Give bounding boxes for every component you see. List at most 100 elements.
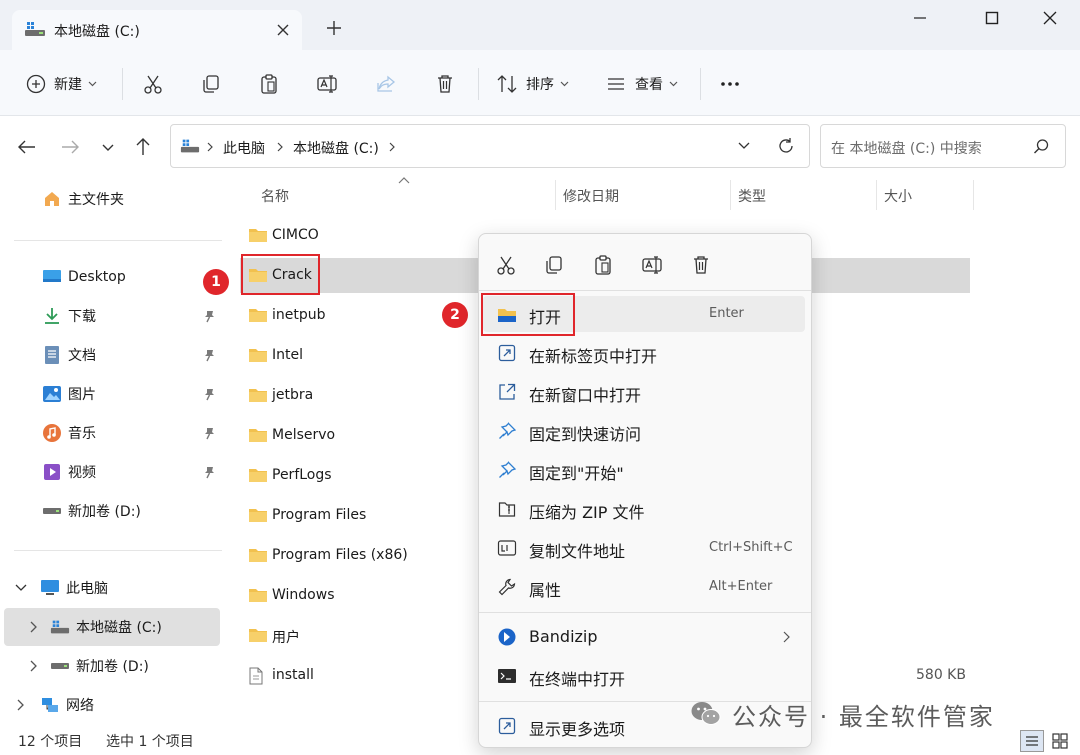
sort-label: 排序 [526, 77, 554, 93]
rename-icon [316, 73, 338, 95]
ctx-rename-button[interactable] [638, 251, 666, 279]
drive-icon [180, 137, 200, 155]
maximize-button[interactable] [969, 0, 1015, 36]
chevron-down-icon [669, 81, 678, 87]
ctx-cut-button[interactable] [492, 251, 520, 279]
drive-icon [50, 617, 70, 637]
chevron-right-icon[interactable] [14, 695, 28, 715]
sidebar-item-label: 音乐 [68, 426, 96, 442]
new-tab-icon[interactable] [322, 16, 346, 40]
close-window-button[interactable] [1027, 0, 1073, 36]
folder-icon [248, 307, 268, 323]
column-divider[interactable] [876, 180, 877, 210]
sidebar-item-label: 网络 [66, 698, 94, 714]
menu-item-label: 在终端中打开 [529, 670, 626, 689]
back-arrow-icon[interactable] [16, 136, 38, 158]
paste-button[interactable] [258, 70, 280, 98]
details-view-button[interactable] [1020, 730, 1044, 752]
sort-button[interactable]: 排序 [496, 70, 569, 98]
sidebar-item-local-c[interactable]: 本地磁盘 (C:) [28, 610, 162, 644]
tab-local-disk-c[interactable]: 本地磁盘 (C:) [12, 10, 302, 50]
bandizip-icon [497, 627, 517, 647]
breadcrumb-this-pc[interactable]: 此电脑 [223, 138, 265, 158]
menu-item-open-new-window[interactable]: 在新窗口中打开 [483, 374, 805, 410]
sidebar-item-music[interactable]: 音乐 [42, 416, 222, 450]
tiles-view-button[interactable] [1050, 731, 1070, 751]
delete-button[interactable] [434, 70, 456, 98]
file-name: Program Files (x86) [272, 547, 408, 563]
clipboard-icon [258, 73, 280, 95]
refresh-icon[interactable] [777, 137, 795, 155]
column-divider[interactable] [973, 180, 974, 210]
recent-chevron-icon[interactable] [97, 136, 119, 158]
column-header-size[interactable]: 大小 [884, 186, 912, 206]
column-divider[interactable] [730, 180, 731, 210]
selection-count: 选中 1 个项目 [106, 734, 194, 750]
sidebar-item-home[interactable]: 主文件夹 [42, 182, 124, 216]
menu-item-bandizip[interactable]: Bandizip [483, 619, 805, 655]
trash-icon [690, 254, 712, 276]
sidebar-item-desktop[interactable]: Desktop [42, 260, 126, 294]
breadcrumb-local-disk[interactable]: 本地磁盘 (C:) [293, 138, 379, 158]
highlight-box-open [481, 293, 575, 336]
ctx-delete-button[interactable] [687, 251, 715, 279]
more-options-button[interactable] [719, 70, 741, 98]
ctx-paste-button[interactable] [589, 251, 617, 279]
pin-icon[interactable] [202, 309, 216, 323]
close-tab-icon[interactable] [274, 21, 292, 39]
new-button[interactable]: 新建 [26, 70, 97, 98]
pin-icon[interactable] [202, 465, 216, 479]
pin-icon[interactable] [202, 387, 216, 401]
up-arrow-icon[interactable] [132, 136, 154, 158]
column-divider[interactable] [555, 180, 556, 210]
file-name: jetbra [272, 387, 314, 403]
zip-icon [497, 499, 517, 519]
menu-item-pin-quick-access[interactable]: 固定到快速访问 [483, 413, 805, 449]
menu-item-copy-path[interactable]: 复制文件地址 Ctrl+Shift+C [483, 530, 805, 566]
address-bar[interactable]: 此电脑 本地磁盘 (C:) [170, 124, 810, 168]
menu-item-pin-start[interactable]: 固定到"开始" [483, 452, 805, 488]
column-header-type[interactable]: 类型 [738, 186, 766, 206]
folder-icon [248, 427, 268, 443]
computer-icon [40, 578, 60, 598]
folder-icon [248, 587, 268, 603]
share-button[interactable] [375, 70, 397, 98]
menu-item-label: Bandizip [529, 627, 598, 646]
minimize-button[interactable] [897, 0, 943, 36]
menu-item-open-new-tab[interactable]: 在新标签页中打开 [483, 335, 805, 371]
copy-button[interactable] [200, 70, 222, 98]
address-dropdown-icon[interactable] [737, 141, 751, 151]
sidebar-item-pictures[interactable]: 图片 [42, 377, 222, 411]
view-button[interactable]: 查看 [605, 70, 678, 98]
search-input[interactable]: 在 本地磁盘 (C:) 中搜索 [820, 124, 1066, 168]
chevron-down-icon[interactable] [14, 578, 28, 598]
menu-item-properties[interactable]: 属性 Alt+Enter [483, 569, 805, 605]
file-size: 580 KB [916, 667, 966, 683]
sidebar-item-videos[interactable]: 视频 [42, 455, 222, 489]
sidebar-item-volume-d2[interactable]: 新加卷 (D:) [28, 649, 149, 683]
sidebar-item-network[interactable]: 网络 [14, 688, 94, 722]
sidebar-item-volume-d[interactable]: 新加卷 (D:) [42, 494, 141, 528]
rename-button[interactable] [316, 70, 338, 98]
column-header-modified[interactable]: 修改日期 [563, 186, 619, 206]
sidebar-item-downloads[interactable]: 下载 [42, 299, 222, 333]
sidebar-item-documents[interactable]: 文档 [42, 338, 222, 372]
menu-item-compress-zip[interactable]: 压缩为 ZIP 文件 [483, 491, 805, 527]
forward-arrow-icon[interactable] [59, 136, 81, 158]
chevron-right-icon[interactable] [28, 617, 40, 637]
sidebar-item-this-pc[interactable]: 此电脑 [14, 571, 108, 605]
toolbar-divider [122, 68, 123, 100]
column-header-name[interactable]: 名称 [261, 186, 289, 206]
trash-icon [434, 73, 456, 95]
ctx-copy-button[interactable] [540, 251, 568, 279]
copy-path-icon [497, 538, 517, 558]
file-name: Windows [272, 587, 335, 603]
sort-ascending-icon [398, 176, 410, 184]
chevron-right-icon [277, 142, 284, 152]
chevron-right-icon[interactable] [28, 656, 40, 676]
pin-icon[interactable] [202, 348, 216, 362]
menu-item-open-terminal[interactable]: 在终端中打开 [483, 658, 805, 694]
cut-button[interactable] [142, 70, 164, 98]
pin-icon[interactable] [202, 426, 216, 440]
network-icon [40, 695, 60, 715]
